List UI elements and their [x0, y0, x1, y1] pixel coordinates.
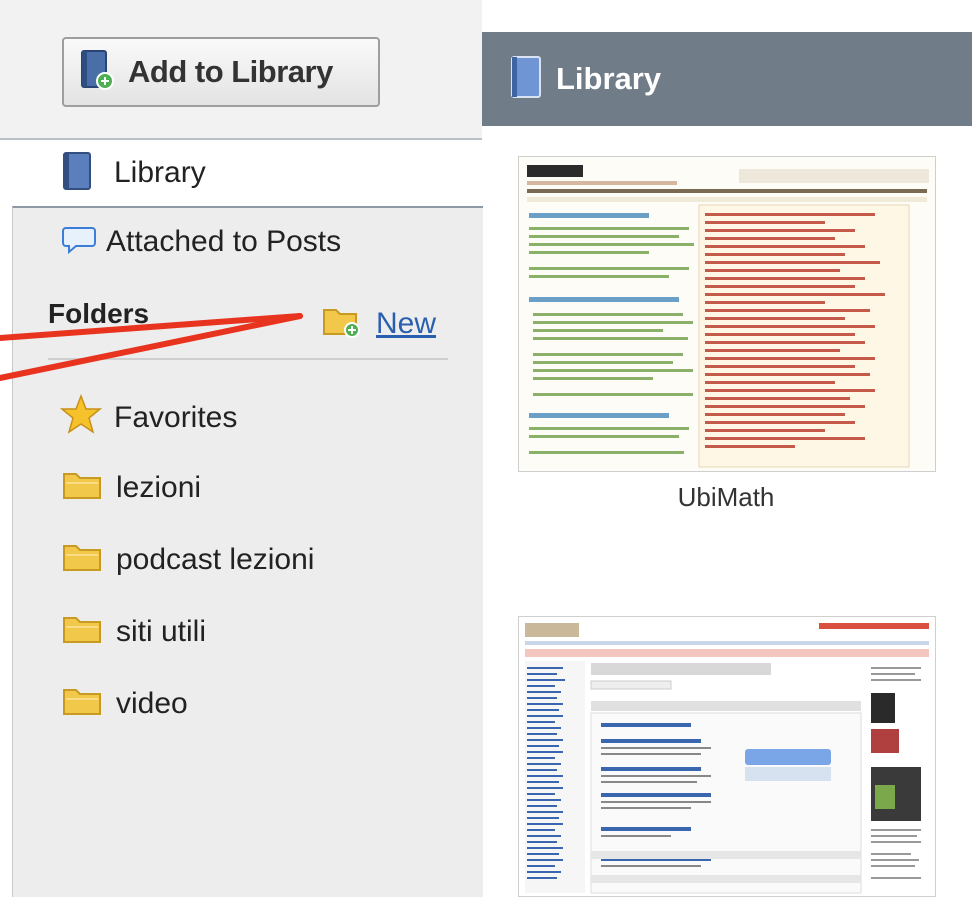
folder-item-favorites[interactable]: Favorites: [59, 393, 238, 441]
folder-icon: [62, 540, 102, 579]
book-icon: [510, 55, 544, 104]
book-add-icon: [80, 49, 114, 96]
folder-item-label: video: [116, 686, 188, 720]
folder-item[interactable]: siti utili: [62, 612, 206, 651]
folders-heading: Folders: [48, 298, 150, 329]
folder-icon: [62, 684, 102, 723]
sidebar-item-label: Library: [114, 156, 206, 189]
folder-add-icon: [322, 304, 362, 343]
folder-item[interactable]: podcast lezioni: [62, 540, 314, 579]
book-icon: [62, 151, 94, 196]
library-item-thumbnail[interactable]: [518, 156, 936, 472]
add-to-library-button[interactable]: Add to Library: [62, 37, 380, 107]
speech-bubble-icon: [62, 222, 96, 261]
folder-item[interactable]: video: [62, 684, 188, 723]
folder-icon: [62, 468, 102, 507]
sidebar-toolbar: Add to Library: [0, 0, 482, 140]
library-title: Library: [556, 61, 662, 96]
folder-item-label: lezioni: [116, 470, 202, 504]
folder-icon: [62, 612, 102, 651]
webpage-preview-image: [519, 157, 935, 471]
new-folder-label: New: [376, 306, 437, 340]
folders-divider: [48, 358, 448, 360]
library-item-caption[interactable]: UbiMath: [518, 482, 934, 513]
sidebar: Add to Library Library Attached to Posts…: [0, 0, 483, 897]
sidebar-item-label: Attached to Posts: [106, 224, 342, 258]
star-icon: [59, 393, 103, 441]
add-to-library-label: Add to Library: [128, 54, 333, 89]
webpage-preview-image: [519, 617, 935, 896]
sidebar-item-library[interactable]: Library: [0, 140, 482, 206]
library-header: Library: [482, 32, 972, 126]
folder-item-label: podcast lezioni: [116, 542, 315, 576]
folder-item-label: Favorites: [114, 400, 238, 434]
sidebar-item-attached-to-posts[interactable]: Attached to Posts: [62, 222, 341, 261]
library-item-thumbnail[interactable]: [518, 616, 936, 897]
folder-item[interactable]: lezioni: [62, 468, 201, 507]
new-folder-link[interactable]: New: [322, 304, 436, 343]
folder-item-label: siti utili: [116, 614, 207, 648]
